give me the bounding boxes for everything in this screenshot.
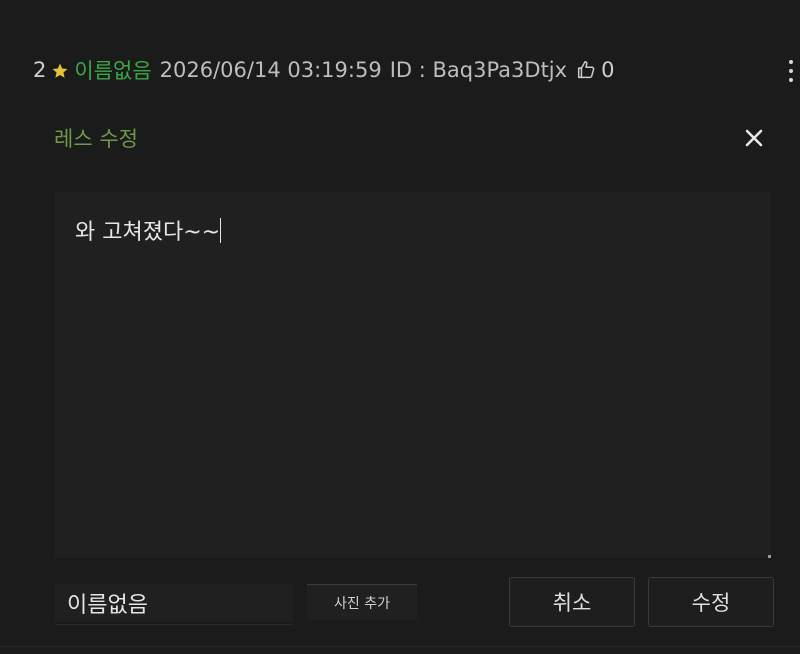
like-count: 0 bbox=[601, 58, 615, 82]
star-icon bbox=[51, 61, 69, 79]
author-name[interactable]: 이름없음 bbox=[74, 55, 151, 85]
post-id: ID : Baq3Pa3Dtjx bbox=[389, 58, 568, 82]
kebab-dot bbox=[789, 78, 793, 82]
name-input[interactable]: 이름없음 bbox=[55, 584, 293, 622]
thumbs-up-icon[interactable] bbox=[575, 59, 597, 81]
post-date: 2026/06/14 03:19:59 bbox=[159, 58, 382, 82]
reply-text: 와 고쳐졌다~~ bbox=[75, 220, 221, 245]
kebab-dot bbox=[789, 69, 793, 73]
close-icon[interactable] bbox=[742, 125, 766, 151]
dialog-title: 레스 수정 bbox=[54, 127, 138, 151]
divider bbox=[0, 646, 800, 647]
post-header: 2 이름없음 2026/06/14 03:19:59 ID : Baq3Pa3D… bbox=[33, 52, 614, 88]
add-photo-button[interactable]: 사진 추가 bbox=[307, 584, 417, 620]
textarea-resize-handle[interactable] bbox=[768, 555, 771, 558]
kebab-dot bbox=[789, 60, 793, 64]
reply-textarea[interactable]: 와 고쳐졌다~~ bbox=[55, 192, 771, 558]
name-input-value: 이름없음 bbox=[67, 593, 148, 618]
text-caret bbox=[220, 218, 222, 243]
name-input-underline bbox=[55, 624, 293, 625]
cancel-button[interactable]: 취소 bbox=[509, 577, 635, 627]
edit-reply-page: 2 이름없음 2026/06/14 03:19:59 ID : Baq3Pa3D… bbox=[0, 0, 800, 654]
post-number: 2 bbox=[33, 58, 47, 82]
kebab-menu-icon[interactable] bbox=[786, 60, 796, 82]
submit-edit-button[interactable]: 수정 bbox=[648, 577, 774, 627]
